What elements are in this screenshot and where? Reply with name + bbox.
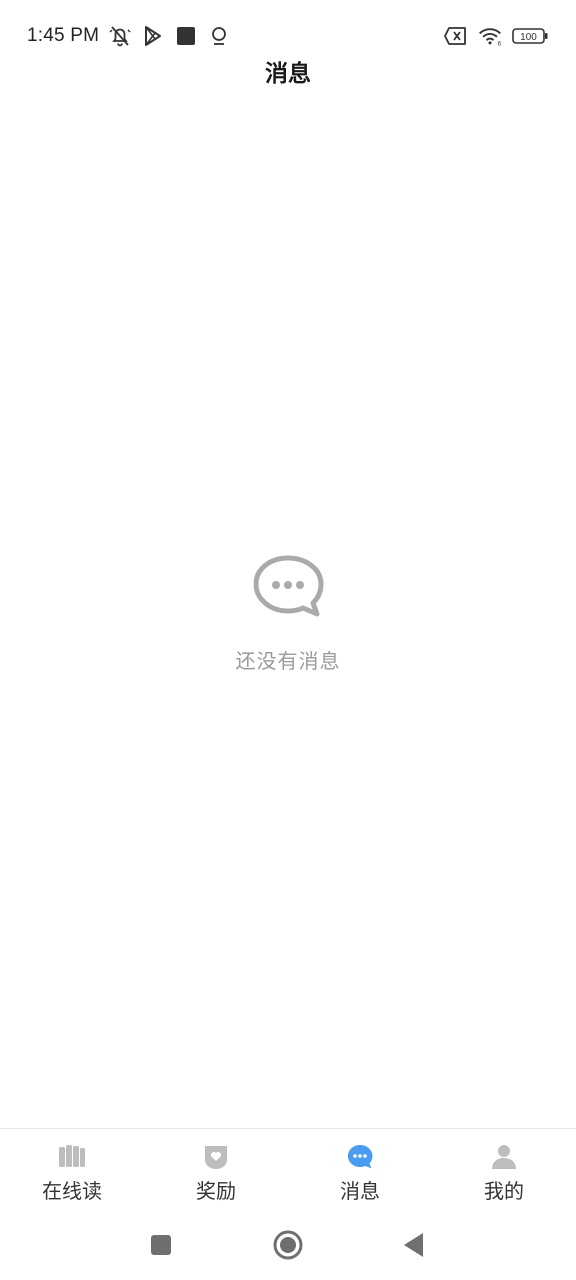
chat-bubble-icon [250,553,326,623]
heart-badge-icon [201,1143,231,1171]
tab-label: 我的 [484,1179,524,1203]
sim-error-icon [444,24,468,48]
status-right: 6 100 [444,22,548,50]
empty-state: 还没有消息 [0,553,576,674]
tab-label: 消息 [340,1179,380,1203]
square-app-icon [174,24,198,48]
screen: 1:45 PM 6 100 消息 还没有消息 在线读 奖励 消息 我的 [0,0,576,1280]
status-left: 1:45 PM [27,22,231,50]
tab-online-read[interactable]: 在线读 [0,1129,144,1208]
status-time: 1:45 PM [27,25,100,46]
tab-profile[interactable]: 我的 [432,1129,576,1208]
svg-text:6: 6 [498,41,502,47]
system-nav-bar [0,1210,576,1280]
person-icon [489,1143,519,1171]
message-bubble-icon [345,1143,375,1171]
location-pin-icon [207,24,231,48]
tab-label: 在线读 [42,1179,102,1203]
recent-apps-icon[interactable] [144,1228,178,1262]
play-store-icon [141,24,165,48]
bottom-tab-bar: 在线读 奖励 消息 我的 [0,1128,576,1208]
home-icon[interactable] [271,1228,305,1262]
battery-icon: 100 [512,24,548,48]
mute-bell-icon [108,24,132,48]
empty-message: 还没有消息 [235,649,341,673]
back-icon[interactable] [396,1228,430,1262]
tab-rewards[interactable]: 奖励 [144,1129,288,1208]
tab-messages[interactable]: 消息 [288,1129,432,1208]
battery-level: 100 [520,32,537,43]
page-title: 消息 [265,61,311,87]
wifi-icon: 6 [478,24,502,48]
books-icon [57,1143,87,1171]
tab-label: 奖励 [196,1179,236,1203]
